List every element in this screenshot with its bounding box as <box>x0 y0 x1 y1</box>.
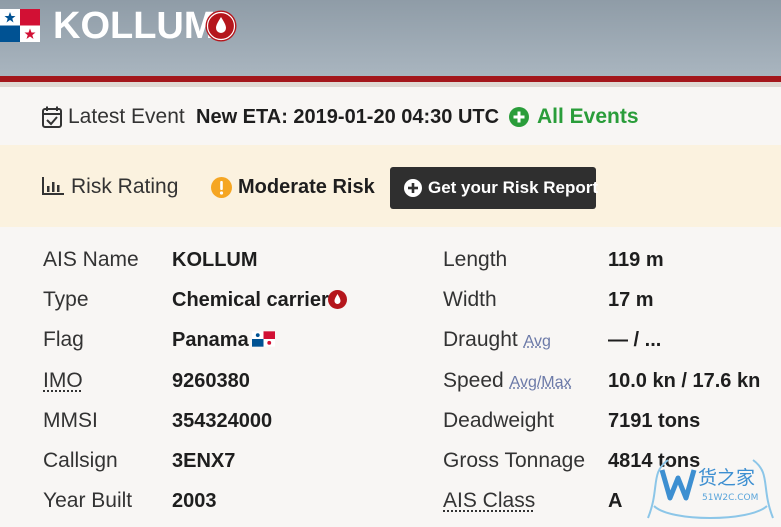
detail-label-imo[interactable]: IMO <box>43 368 83 394</box>
calendar-check-icon <box>42 106 62 128</box>
draught-avg-sub[interactable]: Avg <box>524 333 551 350</box>
risk-rating-label: Risk Rating <box>71 175 179 198</box>
detail-value-length: 119 m <box>608 249 664 271</box>
detail-value-imo: 9260380 <box>172 370 250 392</box>
detail-value-mmsi: 354324000 <box>172 410 273 432</box>
detail-label-mmsi: MMSI <box>43 409 98 432</box>
watermark-subtext: 51W2C.COM <box>702 493 758 503</box>
panama-flag-icon <box>252 331 275 347</box>
oil-drop-icon <box>205 10 237 42</box>
panama-flag-icon <box>0 9 40 42</box>
detail-label-draught: Draught Avg <box>443 327 551 355</box>
vessel-title: KOLLUM <box>53 5 216 47</box>
oil-drop-icon <box>328 290 347 309</box>
detail-label-flag: Flag <box>43 328 84 351</box>
detail-label-width: Width <box>443 288 497 311</box>
detail-label-speed: Speed Avg/Max <box>443 368 572 396</box>
header-divider <box>0 82 781 87</box>
detail-value-draught: — / ... <box>608 329 662 351</box>
bar-chart-icon <box>42 177 64 195</box>
watermark-text: 货之家 <box>698 467 755 489</box>
draught-label-text: Draught <box>443 328 518 351</box>
detail-value-ais-class: A <box>608 490 623 512</box>
get-risk-report-button[interactable]: Get your Risk Report <box>390 167 599 209</box>
detail-label-gross-tonnage: Gross Tonnage <box>443 449 586 472</box>
detail-label-year-built: Year Built <box>43 489 133 512</box>
exclamation-circle-icon <box>211 177 232 198</box>
get-risk-report-label: Get your Risk Report <box>428 178 599 197</box>
plus-circle-icon <box>404 179 422 197</box>
detail-value-speed: 10.0 kn / 17.6 kn <box>608 370 761 392</box>
detail-value-year-built: 2003 <box>172 490 217 512</box>
watermark-logo: 货之家 51W2C.COM <box>647 459 774 519</box>
all-events-link[interactable]: All Events <box>537 104 639 130</box>
speed-avg-max-sub[interactable]: Avg/Max <box>510 374 572 391</box>
detail-value-callsign: 3ENX7 <box>172 450 236 472</box>
detail-label-ais-class[interactable]: AIS Class <box>443 488 535 514</box>
detail-label-callsign: Callsign <box>43 449 118 472</box>
detail-value-ais-name: KOLLUM <box>172 249 258 271</box>
detail-value-flag: Panama <box>172 329 249 351</box>
latest-event-label: Latest Event <box>68 105 185 128</box>
vessel-header: KOLLUM <box>0 0 781 76</box>
detail-label-length: Length <box>443 248 508 271</box>
detail-label-deadweight: Deadweight <box>443 409 554 432</box>
detail-label-type: Type <box>43 288 89 311</box>
detail-label-ais-name: AIS Name <box>43 248 139 271</box>
detail-value-deadweight: 7191 tons <box>608 410 701 432</box>
latest-event-value: New ETA: 2019-01-20 04:30 UTC <box>196 106 500 128</box>
detail-value-width: 17 m <box>608 289 654 311</box>
plus-circle-icon[interactable] <box>509 107 529 127</box>
detail-value-type: Chemical carrier <box>172 289 329 311</box>
risk-rating-value: Moderate Risk <box>238 176 375 198</box>
speed-label-text: Speed <box>443 369 504 392</box>
